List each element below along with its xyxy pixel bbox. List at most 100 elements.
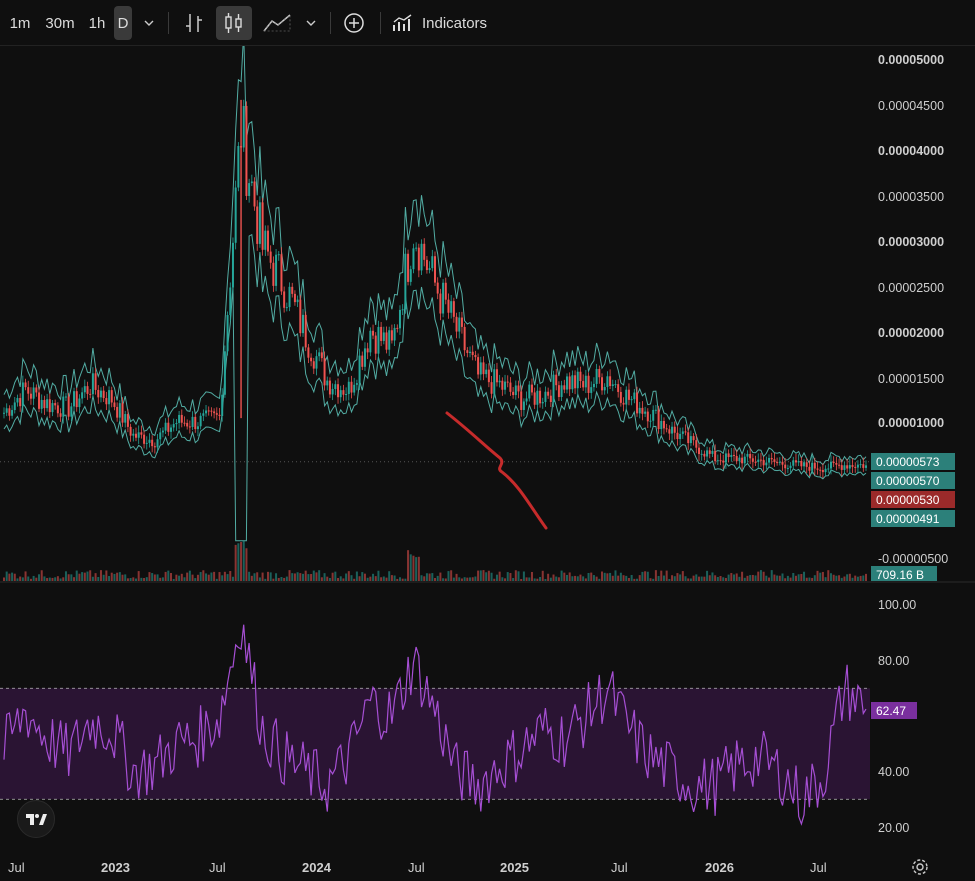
rsi-pane[interactable] — [0, 583, 870, 853]
interval-30m-button[interactable]: 30m — [40, 6, 80, 40]
volume-bar — [431, 573, 434, 581]
volume-bar — [234, 544, 237, 581]
candle-body — [245, 105, 248, 196]
volume-bar — [110, 572, 113, 581]
candle-body — [388, 330, 391, 350]
volume-bar — [388, 571, 391, 581]
candle-body — [450, 301, 453, 313]
candle-body — [528, 384, 531, 399]
candle-body — [754, 461, 757, 463]
candle-body — [250, 181, 253, 184]
time-axis-label: Jul — [408, 860, 425, 875]
candle-body — [840, 465, 843, 470]
candles-button[interactable] — [216, 6, 252, 40]
candle-body — [679, 433, 682, 440]
candle-body — [514, 385, 517, 396]
volume-bar — [757, 571, 760, 581]
candle-body — [385, 332, 388, 350]
volume-bar — [13, 573, 16, 581]
candle-body — [493, 369, 496, 394]
price-chart-svg[interactable] — [0, 32, 870, 581]
candle-body — [816, 468, 819, 470]
interval-1h-button[interactable]: 1h — [83, 6, 111, 40]
volume-bar — [741, 571, 744, 581]
interval-dropdown-button[interactable] — [138, 6, 160, 40]
candle-body — [67, 396, 70, 417]
rsi-chart-svg[interactable] — [0, 583, 870, 853]
candle-body — [423, 243, 426, 260]
interval-1m-button[interactable]: 1m — [3, 6, 37, 40]
volume-bar — [377, 570, 380, 581]
candle-body — [781, 461, 784, 465]
price-chart-pane[interactable] — [0, 32, 870, 581]
candle-body — [275, 254, 278, 286]
candle-body — [264, 230, 267, 250]
candle-body — [358, 355, 361, 384]
candle-body — [213, 411, 216, 414]
volume-bar — [312, 570, 315, 581]
volume-bar — [202, 570, 205, 581]
volume-bar — [75, 570, 78, 581]
candle-body — [277, 254, 280, 256]
candle-body — [641, 407, 644, 414]
candle-body — [180, 414, 183, 423]
candle-body — [662, 420, 665, 429]
candle-body — [16, 398, 19, 403]
candle-body — [83, 386, 86, 393]
candle-body — [328, 380, 331, 395]
candle-body — [703, 453, 706, 457]
add-compare-button[interactable] — [340, 6, 368, 40]
top-toolbar: 1m 30m 1h D Indicators — [0, 0, 975, 46]
candle-body — [595, 368, 598, 384]
candle-body — [172, 424, 175, 428]
interval-d-button[interactable]: D — [114, 6, 132, 40]
candle-body — [692, 436, 695, 441]
volume-bar — [781, 573, 784, 581]
candle-body — [266, 230, 269, 252]
volume-bar — [425, 573, 428, 581]
candle-body — [105, 398, 108, 405]
candle-body — [590, 387, 593, 393]
bar-chart-button[interactable] — [178, 6, 210, 40]
area-chart-button[interactable] — [259, 6, 295, 40]
volume-bar — [560, 570, 563, 581]
candle-body — [302, 314, 305, 334]
volume-bar — [210, 572, 213, 581]
volume-bar — [654, 570, 657, 581]
candle-body — [444, 282, 447, 300]
candle-body — [469, 351, 472, 353]
candle-body — [3, 412, 5, 414]
candle-body — [237, 146, 240, 188]
candle-body — [210, 410, 213, 412]
candle-body — [598, 368, 601, 378]
volume-bar — [137, 571, 140, 581]
candle-body — [606, 376, 609, 387]
candle-body — [654, 409, 657, 411]
chart-type-dropdown-button[interactable] — [300, 6, 322, 40]
volume-bar — [530, 571, 533, 581]
rsi-value-badge: 62.47 — [871, 702, 917, 719]
volume-bar — [237, 543, 240, 581]
settings-button[interactable] — [911, 858, 929, 881]
candle-body — [743, 456, 746, 464]
candle-body — [794, 460, 797, 463]
volume-bar — [67, 574, 70, 581]
volume-bar — [242, 540, 245, 581]
candle-body — [730, 454, 733, 458]
candle-body — [205, 410, 208, 414]
candle-body — [560, 385, 563, 397]
tradingview-logo[interactable] — [17, 800, 55, 838]
volume-bar — [318, 570, 321, 581]
candle-body — [75, 391, 78, 408]
candle-body — [530, 384, 533, 393]
rsi-band-fill — [0, 688, 870, 800]
candle-body — [377, 326, 380, 354]
indicators-button[interactable]: Indicators — [392, 6, 502, 40]
candle-body — [170, 427, 173, 432]
volume-bar — [606, 573, 609, 581]
candle-body — [442, 282, 445, 314]
candle-body — [94, 373, 97, 390]
candle-body — [452, 301, 455, 317]
volume-bar — [240, 542, 243, 581]
volume-bar — [345, 573, 348, 581]
